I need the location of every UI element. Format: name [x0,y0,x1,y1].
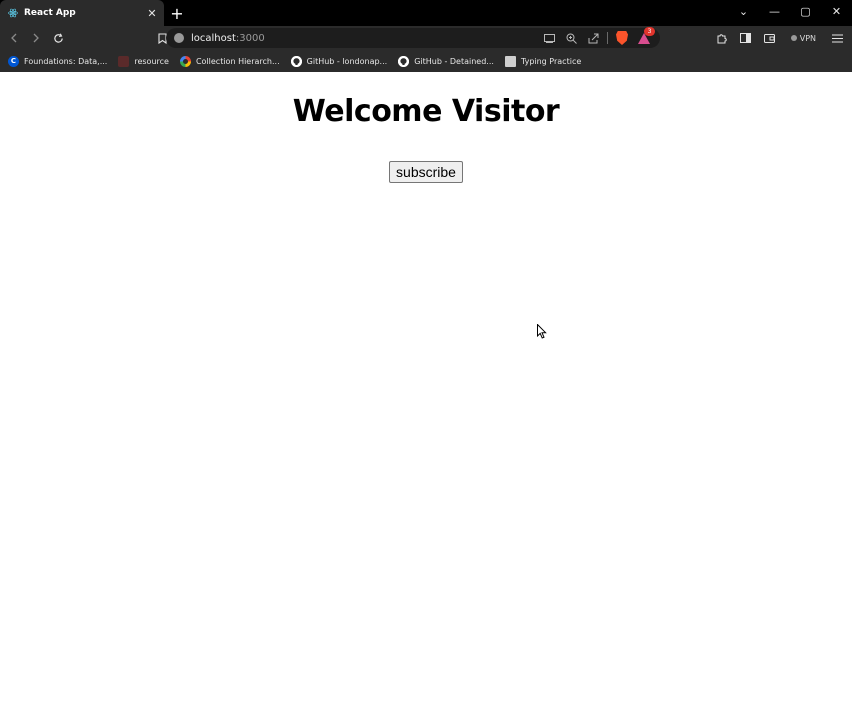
back-arrow-icon [11,33,17,43]
site-info-icon[interactable] [174,33,184,43]
tab-strip: React App ✕ + ⌄ — ▢ ✕ [0,0,852,26]
github-icon [398,55,410,67]
reload-icon [53,32,63,43]
rewards-badge: 3 [644,27,655,36]
brave-shields-icon[interactable] [614,30,630,46]
resource-icon [118,55,130,67]
bookmark-label: Typing Practice [520,56,582,66]
subscribe-button[interactable]: subscribe [389,161,463,183]
toolbar-right: VPN [711,27,848,49]
url-host: localhost [191,32,236,44]
extensions-button[interactable] [711,27,733,49]
bookmark-label: Collection Hierarch... [195,56,280,66]
typing-icon [504,55,516,67]
bookmark-item[interactable]: GitHub - Detained... [398,55,494,67]
coursera-icon: C [8,55,19,67]
bookmark-label: GitHub - Detained... [414,56,494,66]
bookmark-item[interactable]: GitHub - londonap... [290,55,388,67]
bookmark-item[interactable]: Collection Hierarch... [179,55,280,67]
browser-window: React App ✕ + ⌄ — ▢ ✕ localhost:3000 3 … [0,0,852,720]
forward-button[interactable] [25,27,47,49]
wallet-button[interactable] [759,27,781,49]
window-controls: ⌄ — ▢ ✕ [728,0,852,26]
url-port: :3000 [235,32,265,44]
maximize-button[interactable]: ▢ [790,0,821,22]
tab-title: React App [24,8,76,18]
page-title: Welcome Visitor [292,94,560,129]
google-icon [179,55,191,67]
zoom-icon[interactable] [563,30,579,46]
back-button[interactable] [3,27,25,49]
wallet-icon [764,34,776,43]
puzzle-icon [717,33,727,43]
omnibox-divider [607,32,608,44]
brave-rewards-icon[interactable]: 3 [636,27,655,46]
bookmark-label: Foundations: Data,... [24,56,108,66]
bookmark-item[interactable]: Typing Practice [504,55,582,67]
bookmark-label: GitHub - londonap... [306,56,388,66]
new-tab-button[interactable]: + [164,0,190,26]
cast-icon[interactable] [541,30,557,46]
close-window-button[interactable]: ✕ [821,0,852,22]
minimize-button[interactable]: — [759,0,790,22]
bookmark-item[interactable]: resource [118,55,169,67]
page-content: Welcome Visitor subscribe [0,72,852,720]
sidebar-button[interactable] [735,27,757,49]
hamburger-menu-icon [831,34,843,42]
react-icon [8,8,18,18]
tab-search-chevron-icon[interactable]: ⌄ [728,0,759,22]
sidebar-icon [740,33,752,43]
tab-close-icon[interactable]: ✕ [146,7,158,20]
forward-arrow-icon [33,33,39,43]
tab-react-app[interactable]: React App ✕ [0,0,164,26]
share-icon[interactable] [585,30,601,46]
vpn-status-icon [790,35,797,41]
vpn-label: VPN [799,33,816,43]
address-bar[interactable]: localhost:3000 3 [166,27,660,48]
github-icon [290,55,302,67]
bookmark-item[interactable]: C Foundations: Data,... [8,55,108,67]
menu-button[interactable] [826,27,848,49]
bookmarks-bar: C Foundations: Data,... resource Collect… [0,50,852,73]
bookmark-label: resource [134,56,169,66]
vpn-button[interactable]: VPN [783,34,824,43]
toolbar: localhost:3000 3 VPN [0,26,852,50]
reload-button[interactable] [47,27,69,49]
